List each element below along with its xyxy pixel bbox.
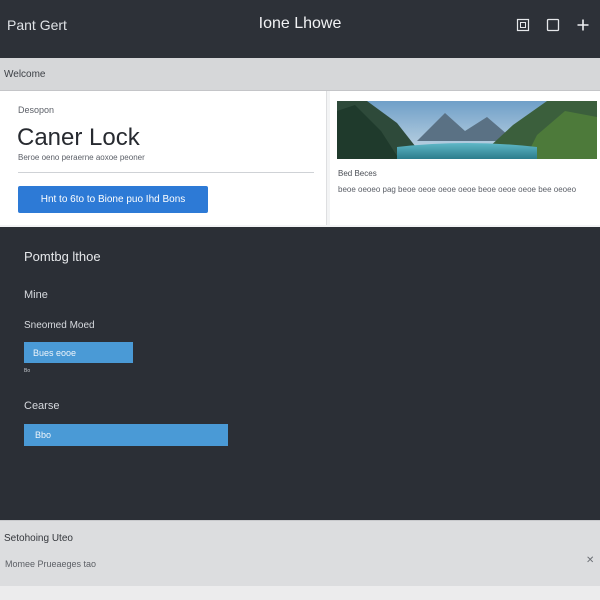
field-1-hint: Bo <box>24 368 31 374</box>
form-label-course: Cearse <box>24 400 60 412</box>
restore-icon[interactable] <box>516 18 530 32</box>
notification-title: Setohoing Uteo <box>4 533 73 544</box>
maximize-icon[interactable] <box>546 18 560 32</box>
hero-eyebrow: Desopon <box>18 105 55 115</box>
section-header-label: Welcome <box>4 69 46 80</box>
image-caption-body: beoe oeoeo pag beoe oeoe oeoe oeoe beoe … <box>338 185 577 194</box>
close-icon[interactable]: ✕ <box>586 555 594 566</box>
form-title: Pomtbg lthoe <box>24 249 101 264</box>
settings-form: Pomtbg lthoe Mine Sneomed Moed Bo Cearse <box>0 234 600 518</box>
hero-card: Desopon Caner Lock Beroe oeno peraerne a… <box>0 91 327 225</box>
hero-subtext: Beroe oeno peraerne aoxoe peoner <box>18 153 145 162</box>
section-header: Welcome <box>0 58 600 91</box>
field-1-input[interactable] <box>24 342 133 363</box>
plus-icon[interactable] <box>576 18 590 32</box>
field-2-input[interactable] <box>24 424 228 446</box>
top-panel: Desopon Caner Lock Beroe oeno peraerne a… <box>0 91 600 227</box>
notification-message: Momee Prueaeges tao <box>5 559 97 569</box>
hero-divider <box>18 172 314 173</box>
landscape-image[interactable] <box>337 101 597 159</box>
image-card: Bed Beces beoe oeoeo pag beoe oeoe oeoe … <box>330 91 600 225</box>
primary-action-button[interactable]: Hnt to 6to to Bione puo Ihd Bons <box>18 186 208 213</box>
notification-bar: Setohoing Uteo Momee Prueaeges tao ✕ <box>0 520 600 586</box>
form-label-field-1: Sneomed Moed <box>24 320 95 331</box>
hero-headline: Caner Lock <box>17 124 140 151</box>
title-bar: Pant Gert Ione Lhowe <box>0 0 600 58</box>
bottom-strip <box>0 586 600 600</box>
form-label-name: Mine <box>24 289 48 301</box>
image-caption-title: Bed Beces <box>338 169 377 178</box>
window-title: Ione Lhowe <box>258 15 342 32</box>
